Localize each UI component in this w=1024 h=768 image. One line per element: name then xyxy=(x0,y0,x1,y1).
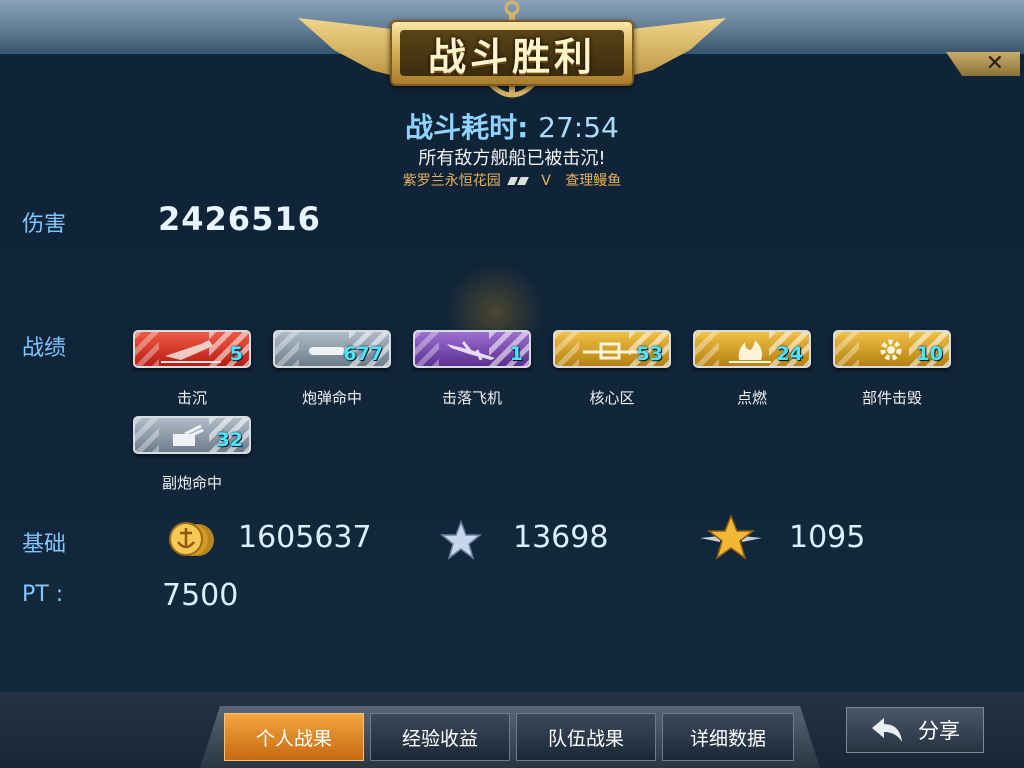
fire-icon xyxy=(729,340,771,363)
stat-value: 1 xyxy=(509,343,523,365)
stat-card-modules-destroyed[interactable]: 10 xyxy=(833,330,951,368)
stat-label-sinks: 击沉 xyxy=(176,389,207,407)
exp-star-icon xyxy=(440,520,482,560)
captain-exp-icon xyxy=(700,514,762,560)
stat-card-fires[interactable]: 24 xyxy=(693,330,811,368)
stat-card-sinks[interactable]: 5 xyxy=(133,330,251,368)
stat-value: 677 xyxy=(343,343,383,365)
stat-value: 5 xyxy=(229,343,243,365)
battle-time-label: 战斗耗时: xyxy=(405,111,529,144)
title-plaque: 战斗胜利 xyxy=(390,20,634,86)
stat-card-secondary-hits[interactable]: 32 xyxy=(133,416,251,454)
pt-value: 7500 xyxy=(162,578,239,613)
stat-card-planes-shot[interactable]: 1 xyxy=(413,330,531,368)
tab-detailed-data[interactable]: 详细数据 xyxy=(662,713,794,761)
versus-label: V xyxy=(541,173,551,189)
coins-value: 1605637 xyxy=(238,520,372,555)
flag-icon xyxy=(506,177,529,185)
stat-card-shell-hits[interactable]: 677 xyxy=(273,330,391,368)
plane-shot-icon xyxy=(447,341,495,361)
ship-sinking-icon xyxy=(161,340,221,363)
battle-time-value: 27:54 xyxy=(538,111,619,144)
tab-team-results[interactable]: 队伍战果 xyxy=(516,713,656,761)
stat-value: 10 xyxy=(916,343,943,365)
stat-value: 32 xyxy=(216,429,243,451)
battle-result-message: 所有敌方舰船已被击沉! xyxy=(418,148,606,169)
title-plaque-inner: 战斗胜利 xyxy=(400,30,624,79)
records-label: 战绩 xyxy=(22,336,67,361)
stat-label-secondary-hits: 副炮命中 xyxy=(161,474,222,492)
stat-label-fires: 点燃 xyxy=(736,389,767,407)
secondary-gun-icon xyxy=(173,424,204,446)
stat-value: 53 xyxy=(636,343,663,365)
stat-value: 24 xyxy=(776,343,803,365)
stat-card-citadel[interactable]: 53 xyxy=(553,330,671,368)
team-right: 查理鳗鱼 xyxy=(565,173,622,189)
captain-exp-value: 1095 xyxy=(789,520,866,555)
share-button[interactable]: 分享 xyxy=(846,707,984,753)
tab-exp-earnings[interactable]: 经验收益 xyxy=(370,713,510,761)
damage-label: 伤害 xyxy=(22,212,67,237)
share-arrow-icon xyxy=(872,718,902,742)
victory-emblem: 战斗胜利 xyxy=(298,0,726,108)
teams-row: 紫罗兰永恒花园 V 查理鳗鱼 xyxy=(0,170,1024,190)
close-icon[interactable]: ✕ xyxy=(986,53,1004,75)
stat-label-citadel: 核心区 xyxy=(589,389,635,407)
coin-icon xyxy=(169,522,214,556)
stat-label-modules-destroyed: 部件击毁 xyxy=(861,389,922,407)
damage-value: 2426516 xyxy=(158,200,321,238)
team-left: 紫罗兰永恒花园 xyxy=(402,173,501,189)
stat-label-shell-hits: 炮弹命中 xyxy=(301,389,362,407)
pt-label: PT : xyxy=(22,582,64,607)
base-label: 基础 xyxy=(22,532,67,557)
gear-icon xyxy=(880,339,902,361)
tab-personal-results[interactable]: 个人战果 xyxy=(224,713,364,761)
stat-label-planes-shot: 击落飞机 xyxy=(441,389,502,407)
victory-title: 战斗胜利 xyxy=(427,34,596,79)
battle-time: 战斗耗时: 27:54 xyxy=(0,106,1024,146)
exp-value: 13698 xyxy=(513,520,609,555)
citadel-icon xyxy=(583,342,639,360)
share-label[interactable]: 分享 xyxy=(918,715,960,745)
